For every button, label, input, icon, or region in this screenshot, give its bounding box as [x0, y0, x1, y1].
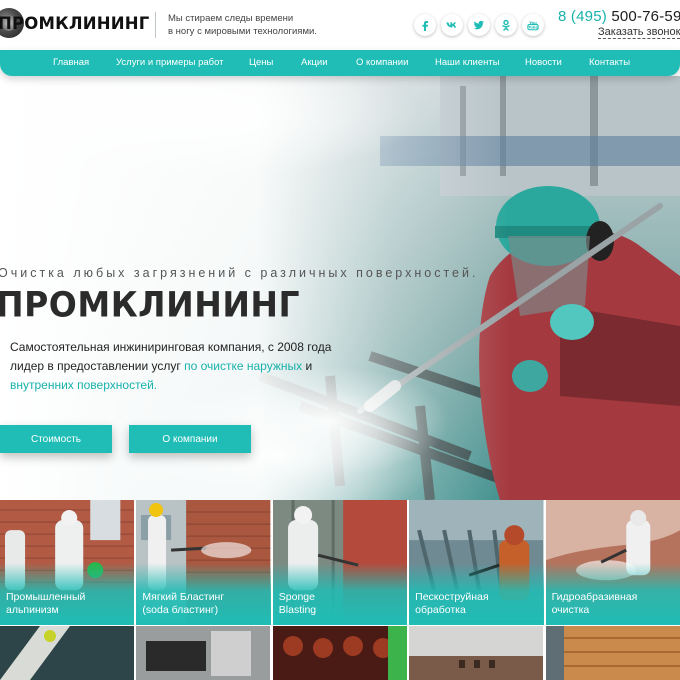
nav-item-clients[interactable]: Наши клиенты [435, 57, 500, 68]
service-label-line-1: Гидроабразивная [551, 591, 638, 603]
facebook-icon[interactable] [414, 14, 436, 36]
hero-headline: Очистка любых загрязнений с различных по… [0, 266, 479, 280]
nav-item-prices[interactable]: Цены [249, 57, 273, 68]
header-divider [155, 12, 156, 38]
internal-surfaces-link[interactable]: внутренних поверхностей. [10, 378, 157, 392]
hero-description: Самостоятельная инжиниринговая компания,… [10, 338, 355, 395]
about-company-button[interactable]: О компании [129, 425, 251, 453]
tagline: Мы стираем следы времени в ногу с мировы… [168, 12, 348, 38]
service-label-line-1: Пескоструйная [415, 591, 489, 603]
service-photo [272, 626, 407, 680]
hero-title: ПРОМКЛИНИНГ [0, 284, 301, 325]
service-label-line-1: Sponge [278, 591, 315, 603]
phone-digits: 500-76-59 [611, 8, 680, 25]
services-tiles-row-2 [0, 626, 680, 680]
nav-item-services[interactable]: Услуги и примеры работ [116, 57, 224, 68]
service-label: Промышленный альпинизм [6, 591, 130, 616]
tagline-line-1: Мы стираем следы времени [168, 13, 294, 24]
nav-item-promotions[interactable]: Акции [301, 57, 328, 68]
service-tile-photo[interactable] [272, 626, 407, 680]
svg-text:Tube: Tube [528, 26, 538, 30]
service-tile-soft-blasting[interactable]: Мягкий Бластинг (soda бластинг) [136, 500, 271, 625]
service-photo [136, 626, 271, 680]
external-surfaces-link[interactable]: по очистке наружных [184, 359, 302, 373]
service-label: Пескоструйная обработка [415, 591, 539, 616]
service-label: Гидроабразивная очистка [552, 591, 676, 616]
tagline-line-2: в ногу с мировыми технологиями. [168, 26, 317, 37]
service-label: Sponge Blasting [279, 591, 403, 616]
service-tile-sponge-blasting[interactable]: Sponge Blasting [272, 500, 408, 625]
phone-number[interactable]: 8 (495) 500-76-59 [558, 8, 680, 25]
service-label-line-2: Blasting [278, 603, 317, 616]
service-label-line-1: Мягкий Бластинг [142, 591, 225, 603]
service-tile-photo[interactable] [136, 626, 271, 680]
service-label: Мягкий Бластинг (soda бластинг) [142, 591, 266, 616]
service-label-line-2: очистка [551, 603, 590, 616]
main-nav: Главная Услуги и примеры работ Цены Акци… [0, 50, 680, 76]
service-tile-photo[interactable] [545, 626, 680, 680]
logo[interactable]: ПРОМКЛИНИНГ [0, 8, 149, 38]
service-tile-waterjet-cleaning[interactable]: Гидроабразивная очистка [545, 500, 680, 625]
services-tiles: Промышленный альпинизм Мягкий Бластинг (… [0, 500, 680, 625]
hero-banner: Очистка любых загрязнений с различных по… [0, 76, 680, 500]
service-photo [409, 626, 544, 680]
odnoklassniki-icon[interactable] [495, 14, 517, 36]
youtube-icon[interactable]: Tube You [522, 14, 544, 36]
phone-code: 8 (495) [558, 8, 607, 25]
site-header: ПРОМКЛИНИНГ Мы стираем следы времени в н… [0, 0, 680, 48]
hero-desc-text-2: и [302, 359, 313, 373]
nav-item-contacts[interactable]: Контакты [589, 57, 630, 68]
logo-text: ПРОМКЛИНИНГ [0, 14, 150, 33]
service-label-line-2: альпинизм [6, 603, 59, 616]
service-label-line-2: обработка [415, 603, 466, 616]
service-tile-industrial-climbing[interactable]: Промышленный альпинизм [0, 500, 135, 625]
price-button[interactable]: Стоимость [0, 425, 112, 453]
service-label-line-1: Промышленный [6, 591, 86, 603]
service-tile-photo[interactable] [0, 626, 134, 680]
service-photo [545, 626, 680, 680]
twitter-icon[interactable] [468, 14, 490, 36]
social-links: Tube You [414, 14, 544, 36]
service-tile-photo[interactable] [409, 626, 544, 680]
service-tile-sandblasting[interactable]: Пескоструйная обработка [409, 500, 544, 625]
nav-item-news[interactable]: Новости [525, 57, 562, 68]
service-label-line-2: (soda бластинг) [142, 603, 219, 616]
svg-text:You: You [528, 20, 537, 25]
vk-icon[interactable] [441, 14, 463, 36]
callback-link[interactable]: Заказать звонок [598, 26, 680, 39]
nav-item-home[interactable]: Главная [53, 57, 89, 68]
nav-item-about[interactable]: О компании [356, 57, 408, 68]
service-photo [0, 626, 134, 680]
